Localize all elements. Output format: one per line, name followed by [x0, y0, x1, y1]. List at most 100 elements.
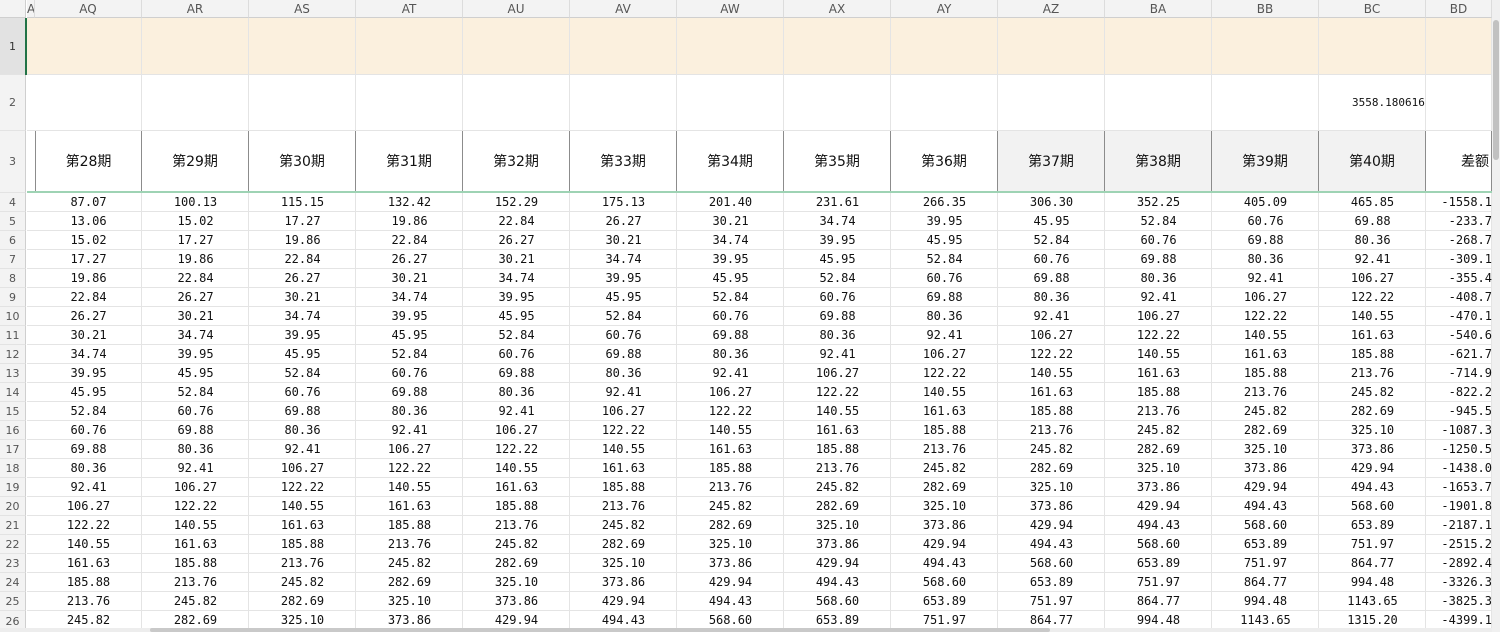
data-cell[interactable]: 45.95 [891, 231, 998, 250]
data-cell[interactable]: 106.27 [677, 383, 784, 402]
data-cell[interactable]: 325.10 [570, 554, 677, 573]
data-cell[interactable]: 39.95 [249, 326, 356, 345]
data-cell[interactable]: 213.76 [463, 516, 570, 535]
data-cell[interactable]: 494.43 [784, 573, 891, 592]
column-header-az[interactable]: AZ [998, 0, 1105, 18]
data-cell[interactable]: 39.95 [356, 307, 463, 326]
data-cell[interactable]: 465.85 [1319, 193, 1426, 212]
data-cell[interactable]: -1250.5 [1420, 440, 1492, 459]
data-cell[interactable]: 140.55 [1105, 345, 1212, 364]
column-header-bd[interactable]: BD [1426, 0, 1492, 18]
data-cell[interactable]: 282.69 [1319, 402, 1426, 421]
row-header-12[interactable]: 12 [0, 345, 26, 364]
data-cell[interactable]: 140.55 [249, 497, 356, 516]
data-cell[interactable]: 80.36 [570, 364, 677, 383]
data-cell[interactable]: 52.84 [142, 383, 249, 402]
data-cell[interactable]: 69.88 [784, 307, 891, 326]
data-cell[interactable]: 429.94 [998, 516, 1105, 535]
data-cell[interactable]: 864.77 [1105, 592, 1212, 611]
data-cell[interactable]: -470.1 [1420, 307, 1492, 326]
data-cell[interactable]: 39.95 [891, 212, 998, 231]
data-cell[interactable]: 213.76 [35, 592, 142, 611]
horizontal-scroll-thumb[interactable] [150, 628, 1050, 632]
data-cell[interactable]: 161.63 [784, 421, 891, 440]
data-cell[interactable]: 282.69 [570, 535, 677, 554]
row-header-22[interactable]: 22 [0, 535, 26, 554]
data-cell[interactable]: 213.76 [249, 554, 356, 573]
data-cell[interactable]: 122.22 [784, 383, 891, 402]
column-header-av[interactable]: AV [570, 0, 677, 18]
column-header-ay[interactable]: AY [891, 0, 998, 18]
data-cell[interactable]: 92.41 [570, 383, 677, 402]
column-header-bb[interactable]: BB [1212, 0, 1319, 18]
data-cell[interactable]: 653.89 [998, 573, 1105, 592]
data-cell[interactable]: 60.76 [1212, 212, 1319, 231]
data-cell[interactable]: 751.97 [1212, 554, 1319, 573]
header-cell-ba[interactable]: 第38期 [1105, 131, 1212, 192]
data-cell[interactable]: 245.82 [891, 459, 998, 478]
data-cell[interactable]: 92.41 [1212, 269, 1319, 288]
data-cell[interactable]: 568.60 [1319, 497, 1426, 516]
row-header-13[interactable]: 13 [0, 364, 26, 383]
data-cell[interactable]: 69.88 [142, 421, 249, 440]
horizontal-scrollbar[interactable] [0, 628, 1492, 632]
data-cell[interactable]: 60.76 [784, 288, 891, 307]
data-cell[interactable]: 45.95 [463, 307, 570, 326]
data-cell[interactable]: 568.60 [998, 554, 1105, 573]
data-cell[interactable]: 213.76 [677, 478, 784, 497]
data-cell[interactable]: 213.76 [1319, 364, 1426, 383]
data-cell[interactable]: 52.84 [35, 402, 142, 421]
data-cell[interactable]: 245.82 [677, 497, 784, 516]
data-cell[interactable]: 201.40 [677, 193, 784, 212]
data-cell[interactable]: 185.88 [1212, 364, 1319, 383]
data-cell[interactable]: 80.36 [1212, 250, 1319, 269]
data-cell[interactable]: 69.88 [677, 326, 784, 345]
data-cell[interactable]: 15.02 [35, 231, 142, 250]
data-cell[interactable]: 26.27 [570, 212, 677, 231]
data-cell[interactable]: 185.88 [998, 402, 1105, 421]
data-cell[interactable]: -1558.1 [1420, 193, 1492, 212]
data-cell[interactable]: 373.86 [891, 516, 998, 535]
column-header-af[interactable]: AF [27, 0, 35, 18]
data-cell[interactable]: 140.55 [677, 421, 784, 440]
data-cell[interactable]: 213.76 [998, 421, 1105, 440]
column-header-ax[interactable]: AX [784, 0, 891, 18]
data-cell[interactable]: 373.86 [1319, 440, 1426, 459]
data-cell[interactable]: 325.10 [891, 497, 998, 516]
data-cell[interactable]: 87.07 [35, 193, 142, 212]
data-cell[interactable]: 213.76 [570, 497, 677, 516]
data-cell[interactable]: 80.36 [998, 288, 1105, 307]
data-cell[interactable]: 34.74 [356, 288, 463, 307]
data-cell[interactable]: 751.97 [1105, 573, 1212, 592]
data-cell[interactable]: 106.27 [1105, 307, 1212, 326]
data-cell[interactable]: -309.1 [1420, 250, 1492, 269]
data-cell[interactable]: 106.27 [570, 402, 677, 421]
data-cell[interactable]: 52.84 [677, 288, 784, 307]
header-cell-bd[interactable]: 差额 [1426, 131, 1492, 192]
data-cell[interactable]: 864.77 [1319, 554, 1426, 573]
data-cell[interactable]: 751.97 [998, 592, 1105, 611]
data-cell[interactable]: 39.95 [784, 231, 891, 250]
data-cell[interactable]: -2515.2 [1420, 535, 1492, 554]
data-cell[interactable]: 92.41 [463, 402, 570, 421]
data-cell[interactable]: 52.84 [463, 326, 570, 345]
data-cell[interactable]: 568.60 [891, 573, 998, 592]
data-cell[interactable]: 213.76 [1212, 383, 1319, 402]
data-cell[interactable]: 140.55 [35, 535, 142, 554]
data-cell[interactable]: 52.84 [891, 250, 998, 269]
data-cell[interactable]: 34.74 [249, 307, 356, 326]
header-cell-bc[interactable]: 第40期 [1319, 131, 1426, 192]
data-cell[interactable]: 69.88 [35, 440, 142, 459]
data-cell[interactable]: 30.21 [356, 269, 463, 288]
data-cell[interactable]: 140.55 [463, 459, 570, 478]
data-cell[interactable]: 69.88 [998, 269, 1105, 288]
data-cell[interactable]: 69.88 [1105, 250, 1212, 269]
data-cell[interactable]: 140.55 [998, 364, 1105, 383]
data-cell[interactable]: 60.76 [142, 402, 249, 421]
data-cell[interactable]: 19.86 [142, 250, 249, 269]
data-cell[interactable]: 52.84 [998, 231, 1105, 250]
header-cell-ay[interactable]: 第36期 [891, 131, 998, 192]
data-cell[interactable]: -408.7 [1420, 288, 1492, 307]
data-cell[interactable]: 92.41 [891, 326, 998, 345]
data-cell[interactable]: 22.84 [249, 250, 356, 269]
